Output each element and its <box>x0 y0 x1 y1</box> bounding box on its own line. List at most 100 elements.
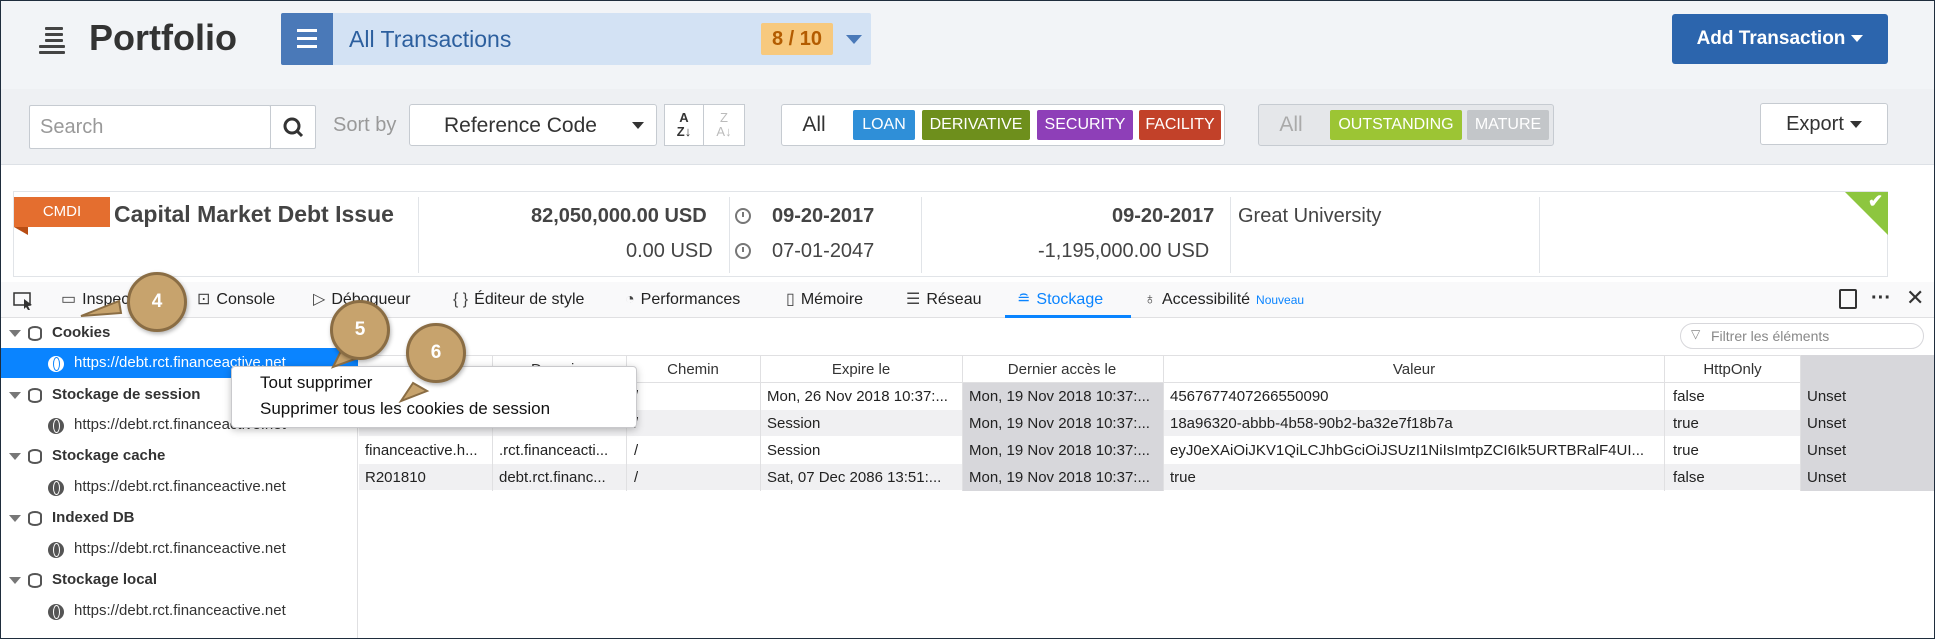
accessibility-icon: ♁ <box>1144 291 1156 308</box>
column-header-httponly[interactable]: HttpOnly <box>1665 361 1800 378</box>
callout-badge: 5 <box>330 300 390 360</box>
column-divider <box>962 355 963 491</box>
card-divider <box>921 197 922 273</box>
type-filter-all[interactable]: All <box>788 110 840 140</box>
tab-accessibility[interactable]: ♁ Accessibilité Nouveau <box>1144 290 1304 310</box>
page-title: Portfolio <box>89 17 237 58</box>
cell-last-accessed: Mon, 19 Nov 2018 10:37:... <box>969 442 1150 459</box>
status-filter-all[interactable]: All <box>1265 110 1317 140</box>
tab-style-editor[interactable]: { } Éditeur de style <box>453 290 584 310</box>
debugger-icon: ▷ <box>313 291 326 308</box>
caret-down-icon <box>632 122 644 129</box>
add-transaction-label: Add Transaction <box>1696 28 1846 49</box>
cell-expires: Sat, 07 Dec 2086 13:51:... <box>767 469 942 486</box>
caret-down-icon <box>1849 121 1862 129</box>
column-header-path[interactable]: Chemin <box>627 361 759 378</box>
card-divider <box>418 197 419 273</box>
clock-icon <box>735 243 751 259</box>
cell-value: 18a96320-abbb-4b58-90b2-ba32e7f18b7a <box>1170 415 1453 432</box>
sort-select-value: Reference Code <box>444 114 597 137</box>
add-transaction-button[interactable]: Add Transaction <box>1672 14 1888 64</box>
cell-name: financeactive.h... <box>365 442 478 459</box>
sort-alpha-desc-icon[interactable]: Z A↓ <box>703 104 745 146</box>
card-date: 09-20-2017 <box>1112 205 1215 227</box>
tab-storage[interactable]: ≘ Stockage <box>1017 290 1103 310</box>
disclosure-triangle-icon <box>9 515 21 522</box>
type-filter-derivative[interactable]: DERIVATIVE <box>922 110 1030 140</box>
tab-performance[interactable]: ◔ Performances <box>625 290 740 310</box>
globe-icon <box>48 418 64 434</box>
tab-memory[interactable]: ▯ Mémoire <box>786 290 863 310</box>
tree-local-storage[interactable]: Stockage local <box>1 565 358 595</box>
status-filter-mature[interactable]: MATURE <box>1467 110 1549 140</box>
cell-httponly: true <box>1673 415 1699 432</box>
more-options-icon[interactable]: ··· <box>1871 287 1891 310</box>
search-input[interactable]: Search <box>29 105 271 149</box>
cell-name: R201810 <box>365 469 426 486</box>
status-filter-outstanding[interactable]: OUTSTANDING <box>1330 110 1462 140</box>
globe-icon <box>48 604 64 620</box>
check-icon: ✔ <box>1868 191 1884 211</box>
tab-network[interactable]: ☰ Réseau <box>906 290 982 310</box>
column-header-last-accessed[interactable]: Dernier accès le <box>962 361 1162 378</box>
tab-console[interactable]: ⊡ Console <box>197 290 275 310</box>
card-start-date: 09-20-2017 <box>772 205 875 227</box>
type-filter-facility[interactable]: FACILITY <box>1139 110 1221 140</box>
column-divider <box>1163 355 1164 491</box>
tab-console-label: Console <box>216 291 276 308</box>
card-end-date: 07-01-2047 <box>772 240 875 262</box>
tree-cache-storage[interactable]: Stockage cache <box>1 441 358 471</box>
callout-badge: 6 <box>406 323 466 383</box>
list-icon <box>281 13 333 65</box>
tree-cache-origin[interactable]: https://debt.rct.financeactive.net <box>1 472 358 502</box>
database-icon <box>28 388 42 403</box>
transactions-select-label: All Transactions <box>349 26 512 52</box>
tree-cache-storage-label: Stockage cache <box>52 447 166 464</box>
tree-local-origin[interactable]: https://debt.rct.financeactive.net <box>1 596 358 626</box>
tree-cookies[interactable]: Cookies <box>1 318 358 348</box>
database-icon <box>28 573 42 588</box>
card-amount: 82,050,000.00 USD <box>531 205 707 227</box>
card-amount-delta: -1,195,000.00 USD <box>1038 240 1210 262</box>
sort-alpha-asc-icon[interactable]: A Z↓ <box>664 104 704 146</box>
globe-icon <box>48 480 64 496</box>
export-label: Export <box>1786 113 1844 135</box>
close-icon[interactable]: ✕ <box>1906 285 1924 311</box>
type-filter-loan[interactable]: LOAN <box>853 110 915 140</box>
tree-indexeddb-origin[interactable]: https://debt.rct.financeactive.net <box>1 534 358 564</box>
cell-httponly: false <box>1673 388 1705 405</box>
column-header-expires[interactable]: Expire le <box>761 361 961 378</box>
card-divider <box>729 197 730 273</box>
type-filter-group: All LOAN DERIVATIVE SECURITY FACILITY <box>781 104 1225 146</box>
database-icon <box>28 511 42 526</box>
search-button[interactable] <box>270 105 316 149</box>
sort-select[interactable]: Reference Code <box>409 104 657 146</box>
disclosure-triangle-icon <box>9 330 21 337</box>
export-button[interactable]: Export <box>1760 103 1888 145</box>
chevron-down-icon[interactable] <box>846 35 862 44</box>
column-header-value[interactable]: Valeur <box>1164 361 1664 378</box>
cell-last-accessed: Mon, 19 Nov 2018 10:37:... <box>969 415 1150 432</box>
cell-samesite: Unset <box>1807 388 1847 405</box>
tree-local-storage-label: Stockage local <box>52 571 158 588</box>
cell-value: 4567677407266550090 <box>1170 388 1329 405</box>
tab-accessibility-label: Accessibilité <box>1162 291 1251 308</box>
filter-items-input[interactable]: Filtrer les éléments <box>1680 323 1924 349</box>
dock-icon[interactable] <box>1839 289 1857 309</box>
tree-origin-label: https://debt.rct.financeactive.net <box>74 478 286 495</box>
card-amount-secondary: 0.00 USD <box>626 240 713 262</box>
transactions-select[interactable]: All Transactions 8 / 10 <box>281 13 871 65</box>
tree-session-storage-label: Stockage de session <box>52 386 201 403</box>
network-icon: ☰ <box>906 291 921 308</box>
memory-icon: ▯ <box>786 291 795 308</box>
tree-origin-label: https://debt.rct.financeactive.net <box>74 602 286 619</box>
element-picker-icon[interactable] <box>13 291 35 311</box>
type-filter-security[interactable]: SECURITY <box>1037 110 1133 140</box>
tab-performance-label: Performances <box>640 291 741 308</box>
tree-origin-label: https://debt.rct.financeactive.net <box>74 540 286 557</box>
card-title: Capital Market Debt Issue <box>114 201 394 227</box>
callout-badge: 4 <box>127 272 187 332</box>
menu-icon[interactable] <box>37 23 69 55</box>
cell-value: true <box>1170 469 1196 486</box>
tree-indexed-db[interactable]: Indexed DB <box>1 503 358 533</box>
